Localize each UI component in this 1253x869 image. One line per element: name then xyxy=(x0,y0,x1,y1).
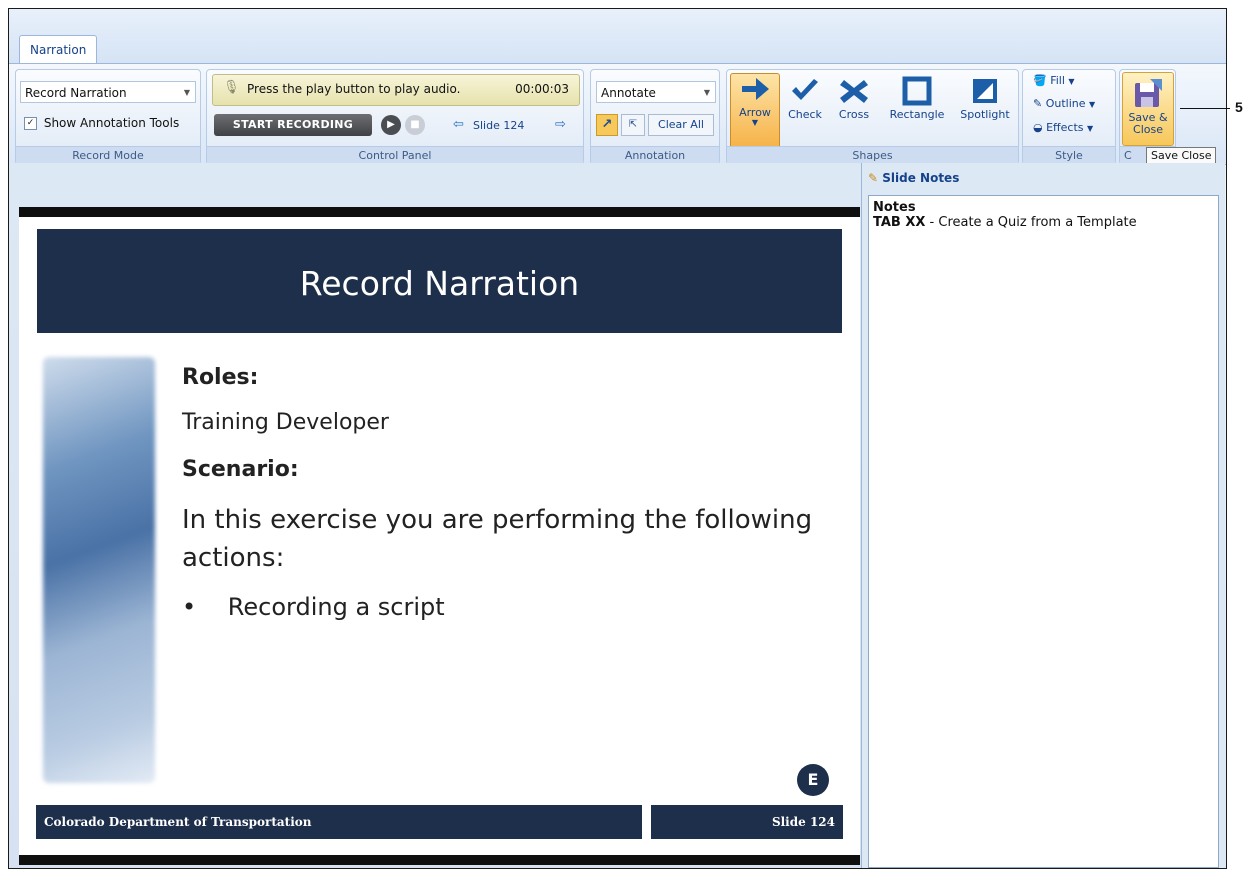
control-panel-group-label: Control Panel xyxy=(207,146,583,164)
fill-label: Fill xyxy=(1050,74,1065,87)
shape-rectangle-label: Rectangle xyxy=(889,108,945,121)
style-group: 🪣 Fill ▼ ✎ Outline ▼ ◒ Effects ▼ Style xyxy=(1022,69,1116,165)
notes-line: TAB XX - Create a Quiz from a Template xyxy=(873,215,1214,230)
show-annotation-tools-checkbox[interactable]: ✓ Show Annotation Tools xyxy=(24,116,179,130)
notes-tab-ref: TAB XX xyxy=(873,215,926,230)
slide-number-selector[interactable]: Slide 124 xyxy=(473,119,524,132)
slide-notes-header: ✎ Slide Notes xyxy=(868,171,959,185)
chevron-down-icon: ▼ xyxy=(1087,124,1094,133)
slide-footer-right: Slide 124 xyxy=(651,805,843,839)
scenario-heading: Scenario: xyxy=(182,457,299,482)
annotation-group: Annotate ▼ ↗ ⇱ Clear All Annotation xyxy=(590,69,720,165)
effects-label: Effects xyxy=(1046,121,1084,134)
paint-bucket-icon: 🪣 xyxy=(1033,74,1047,87)
shape-arrow-button[interactable]: Arrow ▼ xyxy=(730,73,780,149)
previous-slide-arrow-icon[interactable]: ⇦ xyxy=(453,117,464,132)
slide-title: Record Narration xyxy=(37,229,842,333)
show-annotation-tools-label: Show Annotation Tools xyxy=(43,116,180,130)
record-mode-group: Record Narration ▼ ✓ Show Annotation Too… xyxy=(15,69,201,165)
bullet-dot: • xyxy=(182,593,197,621)
stop-button[interactable]: ■ xyxy=(405,115,425,135)
shape-check-button[interactable]: Check xyxy=(782,76,828,121)
notes-text: - Create a Quiz from a Template xyxy=(925,215,1137,230)
audio-status-bar: 🎙 Press the play button to play audio. 0… xyxy=(212,74,580,106)
chevron-down-icon: ▼ xyxy=(1089,100,1096,109)
play-button[interactable]: ▶ xyxy=(381,115,401,135)
outline-button[interactable]: ✎ Outline ▼ xyxy=(1033,97,1095,110)
audio-time: 00:00:03 xyxy=(515,82,569,96)
arrow-icon xyxy=(742,78,769,100)
shapes-group: Arrow ▼ Check Cross Rectangle Spotlight … xyxy=(726,69,1019,165)
callout-line xyxy=(1180,108,1230,109)
save-close-label-line2: Close xyxy=(1133,123,1163,136)
pencil-icon: ✎ xyxy=(1033,97,1043,110)
record-mode-group-label: Record Mode xyxy=(16,146,200,164)
microphone-icon: 🎙 xyxy=(223,80,240,95)
record-mode-value: Record Narration xyxy=(25,86,127,100)
audio-status-text: Press the play button to play audio. xyxy=(247,82,461,96)
rectangle-icon xyxy=(902,76,932,106)
expand-arrows-icon[interactable]: ⇱ xyxy=(621,114,645,136)
annotation-group-label: Annotation xyxy=(591,146,719,164)
shape-rectangle-button[interactable]: Rectangle xyxy=(881,76,953,121)
scenario-text: In this exercise you are performing the … xyxy=(182,505,813,573)
shapes-group-label: Shapes xyxy=(727,146,1018,164)
slide-image xyxy=(43,357,155,783)
notes-textbox[interactable]: Notes TAB XX - Create a Quiz from a Temp… xyxy=(868,195,1219,868)
tab-narration[interactable]: Narration xyxy=(19,35,98,64)
slide: Record Narration Roles: Training Develop… xyxy=(19,207,860,865)
notes-label: Notes xyxy=(873,200,916,215)
chevron-down-icon: ▼ xyxy=(1068,77,1075,86)
style-group-label: Style xyxy=(1023,146,1115,164)
application-window: Narration Record Narration ▼ ✓ Show Anno… xyxy=(8,8,1227,869)
save-close-tooltip: Save Close xyxy=(1146,147,1217,164)
slide-footer-left: Colorado Department of Transportation xyxy=(36,805,642,839)
chevron-down-icon: ▼ xyxy=(751,118,759,127)
ribbon: Record Narration ▼ ✓ Show Annotation Too… xyxy=(9,63,1226,165)
check-icon xyxy=(792,79,818,100)
effects-icon: ◒ xyxy=(1033,121,1043,134)
slide-notes-title: Slide Notes xyxy=(882,171,960,185)
bullet-text: Recording a script xyxy=(227,593,445,621)
save-close-button[interactable]: Save & Close xyxy=(1122,72,1174,146)
record-mode-combo[interactable]: Record Narration ▼ xyxy=(20,81,196,103)
roles-text: Training Developer xyxy=(182,410,389,435)
bullet-item: • Recording a script xyxy=(182,593,445,621)
start-recording-button[interactable]: START RECORDING xyxy=(214,114,372,136)
annotate-combo[interactable]: Annotate ▼ xyxy=(596,81,716,103)
shape-cross-button[interactable]: Cross xyxy=(831,76,877,121)
annotate-value: Annotate xyxy=(601,86,656,100)
shape-cross-label: Cross xyxy=(838,108,870,121)
shape-spotlight-button[interactable]: Spotlight xyxy=(953,76,1017,121)
fill-button[interactable]: 🪣 Fill ▼ xyxy=(1033,74,1075,87)
checkbox-check-icon[interactable]: ✓ xyxy=(24,117,37,130)
spotlight-icon xyxy=(973,79,997,103)
next-slide-arrow-icon[interactable]: ⇨ xyxy=(555,117,566,132)
save-disk-icon xyxy=(1135,79,1162,107)
shape-spotlight-label: Spotlight xyxy=(960,108,1010,121)
outline-label: Outline xyxy=(1045,97,1086,110)
chevron-down-icon: ▼ xyxy=(183,88,190,97)
clear-all-button[interactable]: Clear All xyxy=(648,114,714,136)
roles-heading: Roles: xyxy=(182,365,259,390)
slide-notes-panel: ✎ Slide Notes Notes TAB XX - Create a Qu… xyxy=(861,163,1225,868)
cross-icon xyxy=(840,80,868,103)
callout-number: 5 xyxy=(1235,99,1243,115)
slide-area: Record Narration Roles: Training Develop… xyxy=(9,163,861,868)
e-badge: E xyxy=(797,764,829,796)
notes-edit-icon: ✎ xyxy=(868,171,879,185)
arrow-annotation-icon[interactable]: ↗ xyxy=(596,114,618,136)
shape-check-label: Check xyxy=(788,108,822,121)
tab-bar: Narration xyxy=(9,9,1226,65)
chevron-down-icon: ▼ xyxy=(703,88,710,97)
control-panel-group: 🎙 Press the play button to play audio. 0… xyxy=(206,69,584,165)
effects-button[interactable]: ◒ Effects ▼ xyxy=(1033,121,1093,134)
